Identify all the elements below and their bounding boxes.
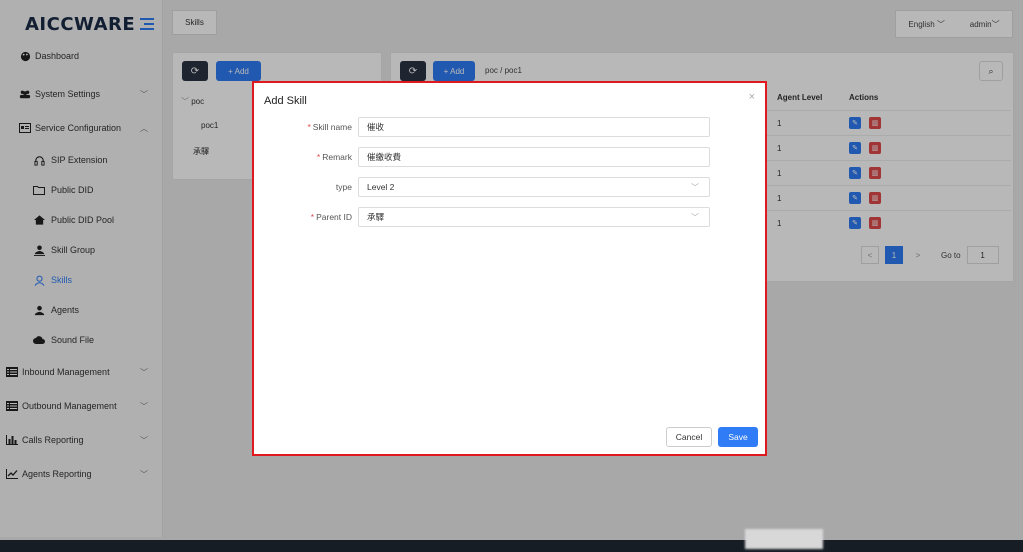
blurred-tag (745, 529, 823, 549)
remark-label: * Remark (316, 152, 352, 162)
save-button[interactable]: Save (718, 427, 758, 447)
dialog-title: Add Skill (264, 95, 307, 107)
skill-name-label: * Skill name (307, 122, 352, 132)
close-icon[interactable]: × (749, 91, 755, 103)
skill-name-input[interactable]: 催收 (358, 117, 710, 137)
remark-input[interactable]: 催繳收費 (358, 147, 710, 167)
type-label: type (335, 182, 352, 192)
required-icon: * (310, 212, 315, 222)
parent-id-select[interactable]: 承驛 ﹀ (358, 207, 710, 227)
chevron-down-icon: ﹀ (691, 213, 699, 222)
add-skill-dialog: Add Skill × * Skill name 催收 * Remark 催繳收費 … (252, 81, 767, 456)
required-icon: * (307, 122, 311, 132)
type-select[interactable]: Level 2 ﹀ (358, 177, 710, 197)
form-row-type: type Level 2 ﹀ (254, 177, 765, 197)
parent-id-label: * Parent ID (310, 212, 352, 222)
chevron-down-icon: ﹀ (691, 183, 699, 192)
form-row-skill-name: * Skill name 催收 (254, 117, 765, 137)
form-row-parent-id: * Parent ID 承驛 ﹀ (254, 207, 765, 227)
cancel-button[interactable]: Cancel (666, 427, 712, 447)
form-row-remark: * Remark 催繳收費 (254, 147, 765, 167)
required-icon: * (316, 152, 321, 162)
